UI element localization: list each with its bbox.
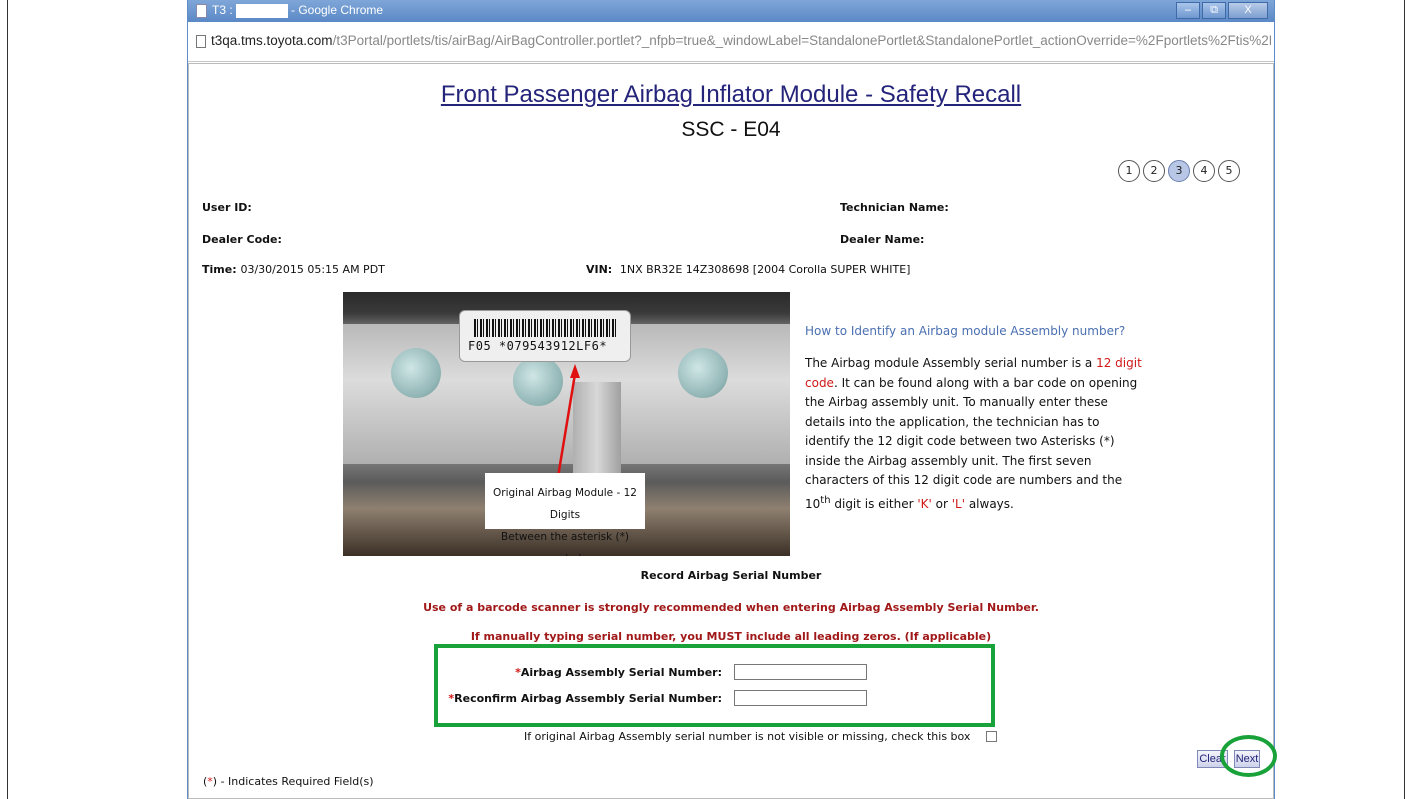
step-4[interactable]: 4 xyxy=(1193,160,1215,182)
dealer-code-label: Dealer Code: xyxy=(202,233,282,246)
help-body: The Airbag module Assembly serial number… xyxy=(805,354,1147,514)
url-host: t3qa.tms.toyota.com xyxy=(211,33,333,48)
missing-serial-row: If original Airbag Assembly serial numbe… xyxy=(524,730,998,743)
help-text-4: always. xyxy=(965,496,1014,511)
page-title[interactable]: Front Passenger Airbag Inflator Module -… xyxy=(189,81,1273,109)
serial-number-label: *Airbag Assembly Serial Number: xyxy=(515,666,722,679)
help-text-1: The Airbag module Assembly serial number… xyxy=(805,356,1097,370)
dealer-name-label: Dealer Name: xyxy=(840,233,925,246)
title-bar: T3 : - Google Chrome – ⧉ X xyxy=(188,0,1274,22)
vin-value: 1NX BR32E 14Z308698 [2004 Corolla SUPER … xyxy=(619,263,911,276)
leading-zeros-warning: If manually typing serial number, you MU… xyxy=(470,630,992,643)
help-text-sup: th xyxy=(820,494,831,506)
redacted-title xyxy=(236,4,288,18)
vin-label: VIN: xyxy=(586,263,613,276)
time-value: 03/30/2015 05:15 AM PDT xyxy=(240,263,385,276)
tab-prefix: T3 : xyxy=(212,3,233,17)
serial-number-input[interactable] xyxy=(734,664,867,680)
window-title: - Google Chrome xyxy=(291,3,384,17)
user-id-label: User ID: xyxy=(202,201,252,214)
reconfirm-serial-input[interactable] xyxy=(734,690,867,706)
url-path: /t3Portal/portlets/tis/airBag/AirBagCont… xyxy=(332,33,1271,48)
page-content: Front Passenger Airbag Inflator Module -… xyxy=(188,63,1277,799)
airbag-module-photo: F05 *079543912LF6* Original Airbag Modul… xyxy=(343,292,790,556)
reconfirm-serial-label: *Reconfirm Airbag Assembly Serial Number… xyxy=(448,692,722,705)
highlight-box xyxy=(434,644,995,727)
required-fields-note: (*) - Indicates Required Field(s) xyxy=(203,775,374,788)
technician-name-label: Technician Name: xyxy=(840,201,949,214)
page-icon xyxy=(196,4,207,18)
caption-line-2: Between the asterisk (*) symbols xyxy=(501,531,629,556)
record-title: Record Airbag Serial Number xyxy=(640,569,822,582)
highlight-circle xyxy=(1220,735,1277,777)
step-1[interactable]: 1 xyxy=(1118,160,1140,182)
serial-number-row: *Airbag Assembly Serial Number: xyxy=(447,664,867,680)
serial-label-text: Airbag Assembly Serial Number: xyxy=(520,665,722,679)
url-text[interactable]: t3qa.tms.toyota.com/t3Portal/portlets/ti… xyxy=(211,33,1271,48)
help-text-2: . It can be found along with a bar code … xyxy=(805,375,1138,511)
address-bar[interactable]: t3qa.tms.toyota.com/t3Portal/portlets/ti… xyxy=(188,22,1274,62)
step-5[interactable]: 5 xyxy=(1218,160,1240,182)
missing-serial-label: If original Airbag Assembly serial numbe… xyxy=(524,730,971,743)
close-button[interactable]: X xyxy=(1228,2,1268,19)
slide-border-left xyxy=(7,0,8,799)
time-label: Time: xyxy=(202,263,237,276)
help-text-3: digit is either xyxy=(830,496,918,511)
step-3-current[interactable]: 3 xyxy=(1168,160,1190,182)
window-controls: – ⧉ X xyxy=(1176,2,1268,19)
maximize-button[interactable]: ⧉ xyxy=(1202,2,1226,19)
help-text-l: 'L' xyxy=(951,496,966,511)
reconfirm-serial-row: *Reconfirm Airbag Assembly Serial Number… xyxy=(447,690,867,706)
step-indicator: 1 2 3 4 5 xyxy=(1118,160,1240,182)
photo-caption: Original Airbag Module - 12 Digits Betwe… xyxy=(485,473,645,556)
help-title: How to Identify an Airbag module Assembl… xyxy=(805,324,1126,338)
page-icon xyxy=(196,35,206,48)
minimize-button[interactable]: – xyxy=(1176,2,1200,19)
step-2[interactable]: 2 xyxy=(1143,160,1165,182)
barcode-warning: Use of a barcode scanner is strongly rec… xyxy=(423,601,1039,614)
help-text-k: 'K' xyxy=(917,496,932,511)
time-field: Time: 03/30/2015 05:15 AM PDT xyxy=(202,263,385,276)
page-subtitle: SSC - E04 xyxy=(681,118,781,141)
browser-window: T3 : - Google Chrome – ⧉ X t3qa.tms.toyo… xyxy=(187,0,1277,799)
slide-border-right xyxy=(1404,0,1405,799)
vin-field: VIN: 1NX BR32E 14Z308698 [2004 Corolla S… xyxy=(586,263,910,276)
missing-serial-checkbox[interactable] xyxy=(986,731,998,742)
reconfirm-label-text: Reconfirm Airbag Assembly Serial Number: xyxy=(454,691,722,705)
note-text: ) - Indicates Required Field(s) xyxy=(212,775,374,788)
caption-line-1: Original Airbag Module - 12 Digits xyxy=(493,487,637,521)
help-text-or: or xyxy=(931,496,952,511)
